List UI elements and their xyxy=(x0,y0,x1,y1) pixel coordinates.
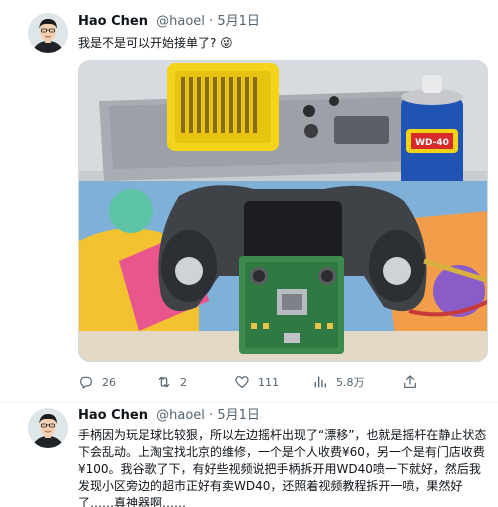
author-handle[interactable]: @haoel xyxy=(156,14,205,29)
retweet-icon xyxy=(156,374,172,390)
avatar[interactable] xyxy=(28,13,68,53)
tweet[interactable]: Hao Chen @haoel · 5月1日 我是不是可以开始接单了? 😜 WD… xyxy=(0,0,498,403)
retweet-count: 2 xyxy=(180,375,187,389)
tweet-header: Hao Chen @haoel · 5月1日 xyxy=(78,13,260,31)
user-avatar-icon xyxy=(28,408,68,448)
tweet-actions: 26 2 111 5.8万 xyxy=(78,372,488,392)
photo-game-controller-repair-icon: WD-40 xyxy=(79,61,487,361)
tweet-date[interactable]: 5月1日 xyxy=(217,408,260,423)
user-avatar-icon xyxy=(28,13,68,53)
author-name[interactable]: Hao Chen xyxy=(78,14,148,29)
views-icon xyxy=(312,374,328,390)
separator-dot: · xyxy=(209,408,214,423)
tweet-header: Hao Chen @haoel · 5月1日 xyxy=(78,407,260,425)
like-button[interactable]: 111 xyxy=(234,372,279,392)
tweet-text: 我是不是可以开始接单了? 😜 xyxy=(78,36,233,50)
tweet-date[interactable]: 5月1日 xyxy=(217,14,260,29)
views-button[interactable]: 5.8万 xyxy=(312,372,365,392)
retweet-button[interactable]: 2 xyxy=(156,372,187,392)
share-icon xyxy=(402,374,418,390)
reply-count: 26 xyxy=(102,375,116,389)
author-name[interactable]: Hao Chen xyxy=(78,408,148,423)
views-count: 5.8万 xyxy=(336,376,365,389)
avatar[interactable] xyxy=(28,408,68,448)
like-count: 111 xyxy=(258,375,279,389)
reply-icon xyxy=(78,374,94,390)
like-icon xyxy=(234,374,250,390)
separator-dot: · xyxy=(209,14,214,29)
svg-text:WD-40: WD-40 xyxy=(415,138,449,148)
tweet-text: 手柄因为玩足球比较狠，所以左边摇杆出现了“漂移”，也就是摇杆在静止状态下会乱动。… xyxy=(78,428,487,507)
reply-button[interactable]: 26 xyxy=(78,372,116,392)
author-handle[interactable]: @haoel xyxy=(156,408,205,423)
share-button[interactable] xyxy=(402,372,418,392)
tweet[interactable]: Hao Chen @haoel · 5月1日 手柄因为玩足球比较狠，所以左边摇杆… xyxy=(0,403,498,507)
tweet-photo[interactable]: WD-40 xyxy=(78,60,488,362)
